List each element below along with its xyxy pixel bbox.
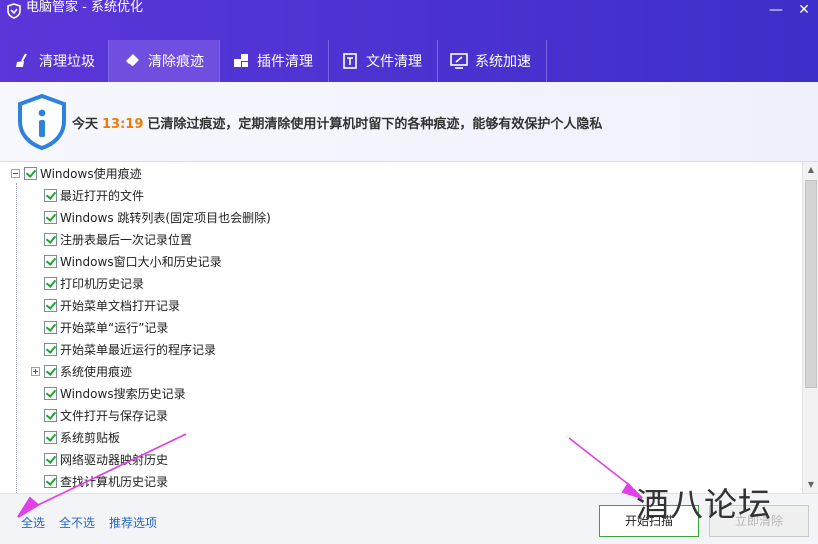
window-title: 电脑管家 - 系统优化 xyxy=(26,0,143,15)
tab-system-speedup[interactable]: 系统加速 xyxy=(438,40,546,82)
tab-label: 系统加速 xyxy=(475,54,531,70)
list-item[interactable]: 打印机历史记录 xyxy=(44,272,144,294)
checkbox-checked[interactable] xyxy=(44,386,57,400)
list-item-expandable[interactable]: 系统使用痕迹 xyxy=(31,360,132,382)
list-item[interactable]: 开始菜单“运行”记录 xyxy=(44,316,168,338)
scroll-down-arrow-icon[interactable]: ▼ xyxy=(803,477,818,493)
scroll-up-arrow-icon[interactable]: ▲ xyxy=(803,162,818,178)
tree-root-row[interactable]: Windows使用痕迹 xyxy=(11,162,142,184)
list-item-label: 网络驱动器映射历史 xyxy=(60,452,169,467)
tab-plugin-cleanup[interactable]: 插件清理 xyxy=(220,40,328,82)
tab-clear-traces[interactable]: 清除痕迹 xyxy=(109,40,219,82)
tab-bar: 清理垃圾 清除痕迹 插件清理 文件清理 系统加速 xyxy=(0,40,818,82)
banner-message-line: 今天 13:19 已清除过痕迹，定期清除使用计算机时留下的各种痕迹，能够有效保护个人… xyxy=(72,113,602,132)
list-item-label: 最近打开的文件 xyxy=(60,188,145,203)
checkbox-checked[interactable] xyxy=(44,364,57,378)
expand-toggle[interactable] xyxy=(31,366,40,376)
tree-root-label: Windows使用痕迹 xyxy=(40,166,142,181)
checkbox-checked[interactable] xyxy=(24,166,37,180)
monitor-speed-icon xyxy=(450,53,468,69)
list-item[interactable]: 开始菜单最近运行的程序记录 xyxy=(44,338,216,360)
list-item[interactable]: 系统剪贴板 xyxy=(44,426,120,448)
checkbox-checked[interactable] xyxy=(44,276,57,290)
recommended-options-link[interactable]: 推荐选项 xyxy=(109,514,157,531)
tab-label: 插件清理 xyxy=(257,54,313,70)
list-item[interactable]: 网络驱动器映射历史 xyxy=(44,448,168,470)
list-item[interactable]: 查找计算机历史记录 xyxy=(44,470,168,492)
list-item-label: 系统使用痕迹 xyxy=(60,364,133,379)
status-banner: 今天 13:19 已清除过痕迹，定期清除使用计算机时留下的各种痕迹，能够有效保护个人… xyxy=(0,82,818,162)
banner-message: 已清除过痕迹，定期清除使用计算机时留下的各种痕迹，能够有效保护个人隐私 xyxy=(147,117,603,132)
list-item[interactable]: 文件打开与保存记录 xyxy=(44,404,168,426)
list-item-label: 开始菜单最近运行的程序记录 xyxy=(60,342,217,357)
shield-info-icon xyxy=(18,93,66,151)
list-item-label: Windows搜索历史记录 xyxy=(60,386,186,401)
last-clean-time: 13:19 xyxy=(102,117,144,132)
puzzle-icon xyxy=(234,54,248,67)
list-item-label: 系统剪贴板 xyxy=(60,430,121,445)
list-item[interactable]: 注册表最后一次记录位置 xyxy=(44,228,192,250)
list-item-label: 查找计算机历史记录 xyxy=(60,474,169,489)
list-item[interactable]: Windows窗口大小和历史记录 xyxy=(44,250,222,272)
checkbox-checked[interactable] xyxy=(44,430,57,444)
list-item-label: 打印机历史记录 xyxy=(60,276,145,291)
list-item-label: Windows 跳转列表(固定项目也会删除) xyxy=(60,210,271,225)
collapse-toggle[interactable] xyxy=(11,168,20,178)
list-item-label: 文件打开与保存记录 xyxy=(60,408,169,423)
checkbox-checked[interactable] xyxy=(44,320,57,334)
tree-guide-line xyxy=(16,183,17,493)
tab-divider xyxy=(546,40,547,82)
checkbox-checked[interactable] xyxy=(44,474,57,488)
list-item[interactable]: 开始菜单文档打开记录 xyxy=(44,294,180,316)
trace-tree: Windows使用痕迹 最近打开的文件 Windows 跳转列表(固定项目也会删… xyxy=(0,162,802,493)
eraser-icon xyxy=(126,54,139,68)
list-item-label: 注册表最后一次记录位置 xyxy=(60,232,193,247)
tab-file-cleanup[interactable]: 文件清理 xyxy=(329,40,437,82)
tab-label: 文件清理 xyxy=(366,54,422,70)
list-item[interactable]: Windows 跳转列表(固定项目也会删除) xyxy=(44,206,271,228)
forum-watermark: 酒八论坛 xyxy=(636,485,772,524)
checkbox-checked[interactable] xyxy=(44,210,57,224)
list-item-label: 开始菜单文档打开记录 xyxy=(60,298,181,313)
scroll-thumb[interactable] xyxy=(805,180,817,388)
checkbox-checked[interactable] xyxy=(44,408,57,422)
checkbox-checked[interactable] xyxy=(44,254,57,268)
checkbox-checked[interactable] xyxy=(44,298,57,312)
file-trash-icon xyxy=(343,53,357,69)
list-item-label: Windows窗口大小和历史记录 xyxy=(60,254,222,269)
banner-prefix: 今天 xyxy=(72,117,99,132)
checkbox-checked[interactable] xyxy=(44,452,57,466)
checkbox-checked[interactable] xyxy=(44,342,57,356)
list-item-label: 开始菜单“运行”记录 xyxy=(60,320,169,335)
checkbox-checked[interactable] xyxy=(44,232,57,246)
select-none-link[interactable]: 全不选 xyxy=(59,514,95,531)
tab-label: 清理垃圾 xyxy=(39,54,95,70)
vertical-scrollbar[interactable]: ▲ ▼ xyxy=(802,162,818,493)
list-item[interactable]: 最近打开的文件 xyxy=(44,184,144,206)
minimize-button[interactable]: — xyxy=(762,2,790,20)
checkbox-checked[interactable] xyxy=(44,188,57,202)
tab-label: 清除痕迹 xyxy=(148,54,204,70)
tab-clean-junk[interactable]: 清理垃圾 xyxy=(0,40,108,82)
title-bar: 电脑管家 - 系统优化 — ✕ xyxy=(0,0,818,40)
close-button[interactable]: ✕ xyxy=(790,2,818,20)
broom-icon xyxy=(16,53,27,67)
select-all-link[interactable]: 全选 xyxy=(21,514,45,531)
pc-manager-logo-icon xyxy=(7,3,21,19)
list-item[interactable]: Windows搜索历史记录 xyxy=(44,382,186,404)
